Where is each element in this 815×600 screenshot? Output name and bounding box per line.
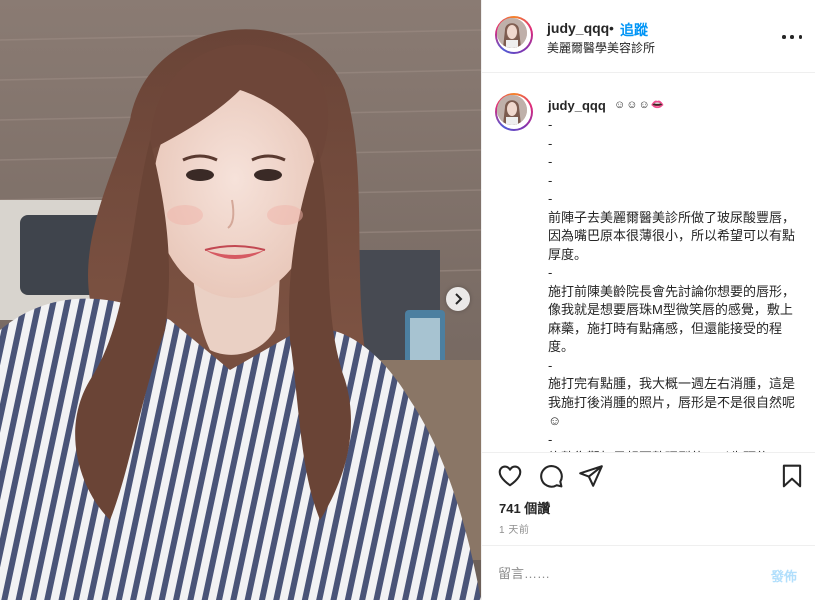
share-icon bbox=[579, 465, 603, 487]
post-comment-button[interactable]: 發佈 bbox=[771, 566, 797, 585]
caption-emoji: ☺☺☺👄 bbox=[614, 99, 666, 111]
bookmark-icon bbox=[782, 464, 802, 488]
post-username[interactable]: judy_qqq bbox=[547, 20, 609, 36]
comment-input[interactable] bbox=[498, 563, 738, 583]
separator-dot: • bbox=[609, 20, 614, 36]
chevron-right-icon bbox=[453, 293, 463, 305]
post-timestamp[interactable]: 1 天前 bbox=[499, 521, 529, 536]
post-photo[interactable] bbox=[0, 0, 481, 600]
share-button[interactable] bbox=[578, 463, 604, 489]
post-location[interactable]: 美麗爾醫學美容診所 bbox=[547, 39, 655, 56]
save-button[interactable] bbox=[779, 463, 805, 489]
next-photo-button[interactable] bbox=[446, 287, 470, 311]
post-header: judy_qqq • 追蹤 美麗爾醫學美容診所 bbox=[482, 0, 815, 73]
caption-area: judy_qqq ☺☺☺👄 - - - - - 前陣子去美麗爾醫美診所做了玻尿酸… bbox=[482, 74, 815, 452]
comment-box: 發佈 bbox=[482, 545, 815, 600]
photo-image bbox=[0, 0, 481, 600]
post-panel: judy_qqq • 追蹤 美麗爾醫學美容診所 judy_qqq ☺☺☺👄 - … bbox=[481, 0, 815, 600]
follow-button[interactable]: 追蹤 bbox=[620, 20, 648, 40]
comment-icon bbox=[540, 465, 563, 488]
caption-username[interactable]: judy_qqq bbox=[548, 98, 606, 113]
caption-text: - - - - - 前陣子去美麗爾醫美診所做了玻尿酸豐唇，因為嘴巴原本很薄很小，… bbox=[548, 117, 796, 452]
more-options-button[interactable] bbox=[782, 28, 802, 46]
more-icon bbox=[782, 35, 786, 39]
comment-button[interactable] bbox=[538, 463, 564, 489]
action-bar bbox=[482, 452, 815, 498]
heart-icon bbox=[498, 465, 522, 487]
likes-count[interactable]: 741 個讚 bbox=[499, 498, 550, 517]
like-button[interactable] bbox=[497, 463, 523, 489]
caption-avatar[interactable] bbox=[495, 93, 533, 131]
avatar[interactable] bbox=[495, 16, 533, 54]
